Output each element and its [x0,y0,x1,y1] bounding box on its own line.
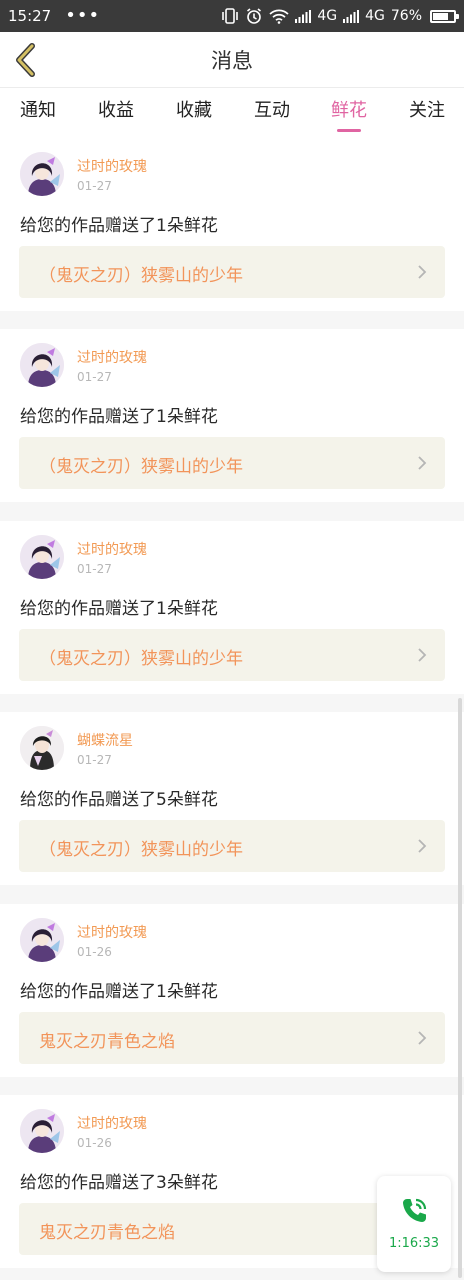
network-type-1: 4G [317,8,338,24]
chevron-right-icon [418,648,427,662]
wifi-icon [269,9,289,24]
avatar[interactable] [20,535,64,579]
chevron-right-icon [418,1031,427,1045]
flower-message-card: 过时的玫瑰 01-27 给您的作品赠送了1朵鲜花 （鬼灭之刃）狭雾山的少年 [0,329,464,502]
battery-fill [433,12,449,20]
flower-message-card: 蝴蝶流星 01-27 给您的作品赠送了5朵鲜花 （鬼灭之刃）狭雾山的少年 [0,712,464,885]
tab-label: 鲜花 [331,100,367,121]
work-title: （鬼灭之刃）狭雾山的少年 [39,649,243,669]
tab-favorites[interactable]: 收藏 [164,96,224,122]
avatar[interactable] [20,918,64,962]
message-date: 01-27 [77,179,112,193]
message-text: 给您的作品赠送了1朵鲜花 [20,407,218,427]
sender-name[interactable]: 过时的玫瑰 [77,922,147,942]
status-time: 15:27 [8,7,52,25]
tab-label: 互动 [254,100,290,121]
notification-dots-icon: ••• [65,5,101,26]
call-duration: 1:16:33 [388,1236,440,1251]
top-bar: 消息 [0,32,464,88]
avatar[interactable] [20,152,64,196]
work-link[interactable]: 鬼灭之刃青色之焰 [19,1012,445,1064]
sender-name[interactable]: 蝴蝶流星 [77,730,133,750]
battery-icon [430,9,459,23]
tab-notifications[interactable]: 通知 [8,96,68,122]
tab-label: 关注 [409,100,445,121]
work-title: （鬼灭之刃）狭雾山的少年 [39,266,243,286]
call-floating-widget[interactable]: 1:16:33 [377,1176,451,1272]
flower-message-card: 过时的玫瑰 01-27 给您的作品赠送了1朵鲜花 （鬼灭之刃）狭雾山的少年 [0,138,464,311]
alarm-icon [245,7,263,25]
work-title: （鬼灭之刃）狭雾山的少年 [39,457,243,477]
status-right: 4G 4G 76% [221,7,459,25]
message-date: 01-26 [77,945,112,959]
battery-percent: 76% [390,8,422,24]
work-title: 鬼灭之刃青色之焰 [39,1223,175,1243]
scrollbar[interactable] [458,698,462,1278]
active-tab-indicator [337,129,361,132]
tab-following[interactable]: 关注 [397,96,457,122]
back-button[interactable] [8,40,44,80]
work-title: 鬼灭之刃青色之焰 [39,1032,175,1052]
chevron-right-icon [418,839,427,853]
status-bar: 15:27 ••• 4G 4G 76% [0,0,464,32]
page-title: 消息 [211,48,253,73]
tab-label: 收藏 [176,100,212,121]
work-link[interactable]: （鬼灭之刃）狭雾山的少年 [19,629,445,681]
network-type-2: 4G [365,8,385,24]
signal-icon [295,9,312,23]
message-date: 01-27 [77,370,112,384]
message-text: 给您的作品赠送了1朵鲜花 [20,216,218,236]
tab-bar: 通知 收益 收藏 互动 鲜花 关注 [0,88,464,138]
chevron-left-icon [16,43,35,77]
message-text: 给您的作品赠送了5朵鲜花 [20,790,218,810]
chevron-right-icon [418,456,427,470]
message-date: 01-27 [77,562,112,576]
message-text: 给您的作品赠送了3朵鲜花 [20,1173,218,1193]
sender-name[interactable]: 过时的玫瑰 [77,156,147,176]
tab-earnings[interactable]: 收益 [86,96,146,122]
signal-icon-2 [343,9,360,23]
work-title: （鬼灭之刃）狭雾山的少年 [39,840,243,860]
message-text: 给您的作品赠送了1朵鲜花 [20,599,218,619]
chevron-right-icon [418,265,427,279]
flower-message-card: 过时的玫瑰 01-26 给您的作品赠送了1朵鲜花鬼灭之刃青色之焰 [0,904,464,1077]
vibrate-icon [221,8,239,24]
message-text: 给您的作品赠送了1朵鲜花 [20,982,218,1002]
tab-label: 通知 [20,100,56,121]
tab-label: 收益 [98,100,134,121]
phone-call-icon [403,1198,427,1222]
tab-flowers[interactable]: 鲜花 [319,96,379,132]
avatar[interactable] [20,726,64,770]
sender-name[interactable]: 过时的玫瑰 [77,1113,147,1133]
tab-interactions[interactable]: 互动 [242,96,302,122]
sender-name[interactable]: 过时的玫瑰 [77,539,147,559]
sender-name[interactable]: 过时的玫瑰 [77,347,147,367]
avatar[interactable] [20,1109,64,1153]
message-date: 01-26 [77,1136,112,1150]
avatar[interactable] [20,343,64,387]
message-date: 01-27 [77,753,112,767]
work-link[interactable]: （鬼灭之刃）狭雾山的少年 [19,246,445,298]
flower-message-card: 过时的玫瑰 01-27 给您的作品赠送了1朵鲜花 （鬼灭之刃）狭雾山的少年 [0,521,464,694]
work-link[interactable]: （鬼灭之刃）狭雾山的少年 [19,820,445,872]
work-link[interactable]: （鬼灭之刃）狭雾山的少年 [19,437,445,489]
